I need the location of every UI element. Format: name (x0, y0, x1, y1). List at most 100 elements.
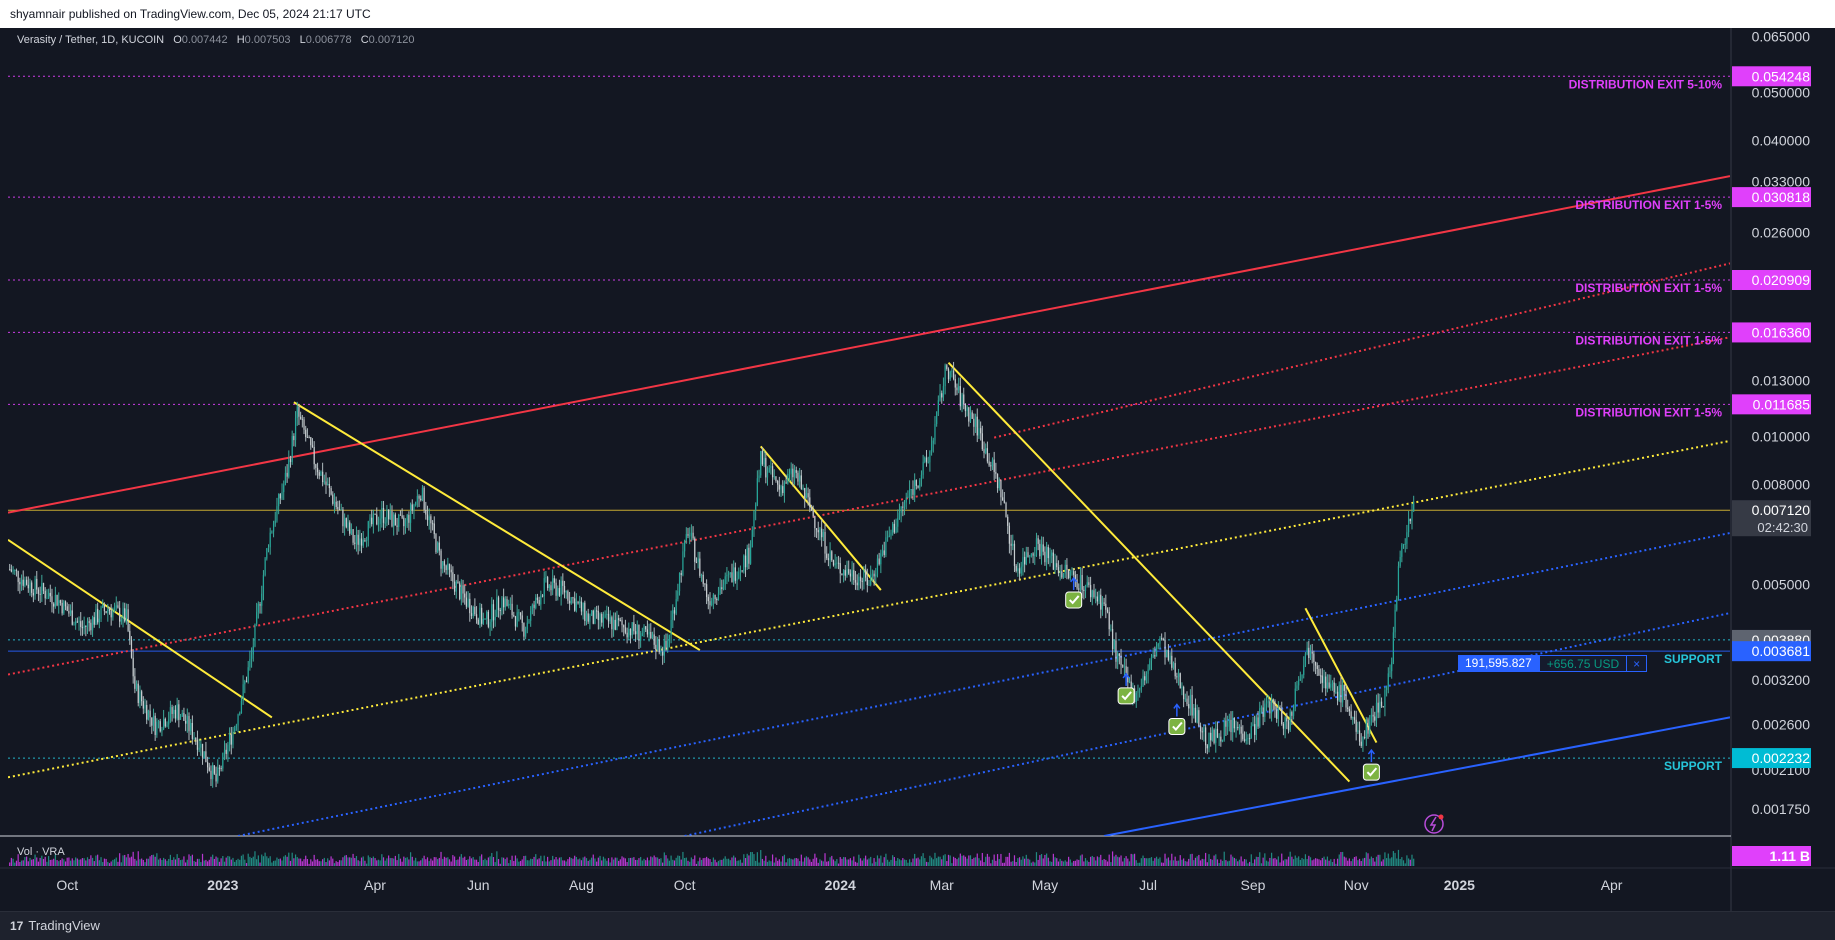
tradingview-logo[interactable]: 17 TradingView (10, 918, 100, 933)
volume-bar (1250, 854, 1252, 866)
time-axis-tick: Mar (930, 877, 954, 893)
candle (320, 470, 322, 477)
candle (656, 636, 659, 651)
candle-body (1117, 653, 1119, 662)
candle-body (587, 613, 589, 622)
candle (1194, 698, 1197, 723)
volume-bar (1220, 859, 1222, 866)
candle (937, 395, 939, 416)
candle-body (785, 482, 787, 484)
candle (976, 408, 978, 443)
candle-body (1223, 720, 1225, 740)
candle (1198, 707, 1200, 728)
candle-body (783, 482, 786, 494)
price-axis-tick: 0.033000 (1752, 173, 1811, 189)
volume-bar (665, 855, 667, 866)
volume-bar (1362, 858, 1364, 866)
volume-bar (1369, 858, 1371, 866)
volume-bar (1101, 860, 1104, 866)
volume-bar (1384, 852, 1386, 866)
volume-bar (333, 863, 336, 866)
volume-bar (1208, 854, 1210, 866)
candle-body (125, 609, 128, 622)
candle (10, 564, 12, 573)
volume-bar (1364, 857, 1366, 866)
candle-body (474, 606, 476, 615)
price-chart[interactable]: DISTRIBUTION EXIT 5-10%DISTRIBUTION EXIT… (0, 28, 1835, 911)
candle (1358, 721, 1361, 746)
candle-body (1032, 553, 1034, 556)
candle-body (692, 532, 694, 539)
candle (256, 602, 258, 627)
candle-body (653, 634, 655, 645)
candle-body (834, 563, 836, 566)
candle-body (1042, 544, 1044, 552)
volume-bar (685, 857, 687, 866)
volume-bar (761, 858, 764, 866)
volume-bar (663, 852, 665, 866)
volume-bar (631, 857, 633, 866)
candle-body (1113, 640, 1115, 650)
candle-body (521, 615, 523, 623)
volume-bar (474, 859, 476, 866)
candle-body (1199, 725, 1202, 732)
candle-body (1360, 741, 1362, 746)
price-axis-label: 0.020909 (1752, 272, 1811, 288)
candle (83, 616, 85, 635)
candle (1379, 693, 1381, 718)
candle-body (1007, 516, 1009, 526)
close-position-icon[interactable]: × (1627, 655, 1648, 672)
candle-body (819, 528, 821, 533)
price-axis-tick: 0.026000 (1752, 224, 1811, 240)
volume-bar (403, 856, 405, 866)
volume-bar (584, 856, 586, 866)
volume-bar (1120, 855, 1122, 866)
candle-body (147, 710, 150, 720)
volume-axis-label: 1.11 B (1770, 848, 1810, 864)
candle (1123, 657, 1126, 676)
volume-bar (535, 854, 537, 866)
candle-body (880, 553, 882, 565)
candle (1184, 693, 1186, 702)
candle (1333, 677, 1335, 697)
candle-body (1274, 701, 1276, 710)
candle-body (509, 603, 511, 605)
volume-bar (651, 857, 654, 866)
candle (1142, 669, 1144, 687)
candle (1089, 576, 1092, 602)
candle (501, 595, 503, 616)
candle-body (234, 728, 236, 732)
candle (425, 501, 427, 520)
candle-body (168, 719, 170, 725)
candle-body (1069, 571, 1071, 579)
candle (1326, 674, 1329, 693)
candle-body (655, 644, 657, 651)
countdown-label: 02:42:30 (1757, 520, 1808, 535)
candle (1169, 652, 1171, 665)
volume-bar (338, 860, 341, 866)
volume-bar (1235, 858, 1237, 866)
volume-bar (320, 861, 322, 866)
candle-body (594, 610, 596, 624)
candle (831, 550, 833, 562)
candle (961, 392, 963, 413)
candle-body (1120, 655, 1122, 666)
candle (22, 570, 24, 591)
volume-bar (1054, 857, 1056, 866)
volume-bar (1108, 854, 1110, 866)
candle (1298, 676, 1300, 691)
candle-body (203, 751, 205, 758)
position-quantity[interactable]: 191,595.827 (1458, 655, 1539, 672)
candle-body (470, 613, 473, 617)
candle-body (85, 625, 87, 627)
candle-body (898, 512, 901, 519)
candle (1052, 549, 1054, 571)
volume-bar (364, 860, 366, 866)
candle-body (528, 620, 530, 623)
candle (1167, 644, 1170, 662)
candle (350, 523, 352, 536)
volume-legend: Vol · VRA (17, 846, 65, 858)
position-tag[interactable]: 191,595.827 +656.75 USD × (1458, 655, 1648, 672)
volume-bar (714, 859, 716, 866)
candle (39, 586, 41, 604)
